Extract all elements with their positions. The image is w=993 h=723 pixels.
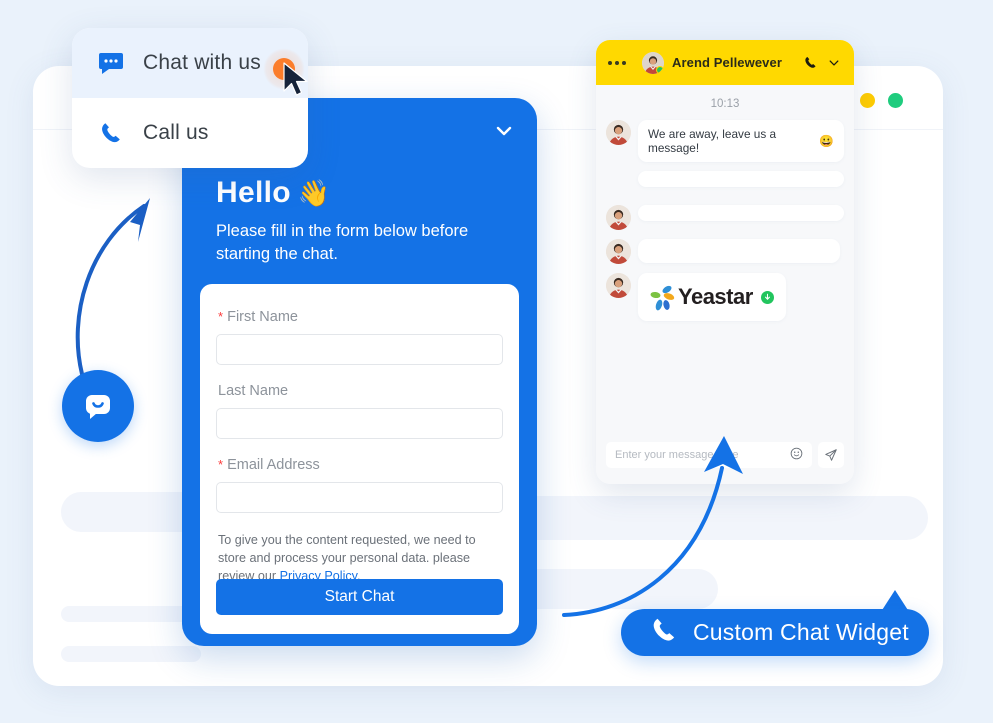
last-name-label-text: Last Name bbox=[218, 383, 289, 399]
first-name-input[interactable] bbox=[216, 334, 503, 365]
screenshot-stage: Hello 👋 Please fill in the form below be… bbox=[0, 0, 993, 723]
grinning-face-icon: 😀 bbox=[819, 134, 834, 148]
mouse-pointer-icon bbox=[283, 62, 308, 96]
consent-text: To give you the content requested, we ne… bbox=[218, 531, 503, 585]
window-minimize-dot[interactable] bbox=[860, 93, 875, 108]
chat-widget-panel: Hello 👋 Please fill in the form below be… bbox=[182, 98, 537, 646]
smiley-icon[interactable] bbox=[790, 447, 803, 463]
chat-message-logo: Yeastar bbox=[638, 273, 786, 321]
required-marker: * bbox=[218, 457, 224, 472]
agent-avatar bbox=[642, 51, 664, 74]
chat-message: Yeastar bbox=[606, 273, 844, 321]
chat-message bbox=[606, 171, 844, 196]
contact-options-menu: Chat with us Call us bbox=[72, 28, 308, 168]
more-horizontal-icon[interactable] bbox=[608, 60, 626, 65]
avatar bbox=[606, 273, 631, 298]
yeastar-mark-icon bbox=[650, 285, 675, 311]
last-name-label: Last Name bbox=[218, 383, 503, 399]
phone-icon bbox=[649, 615, 679, 650]
chat-timestamp: 10:13 bbox=[710, 98, 740, 110]
avatar bbox=[606, 239, 631, 264]
chevron-down-icon[interactable] bbox=[826, 55, 842, 71]
agent-name: Arend Pellewever bbox=[672, 55, 782, 70]
chat-message: We are away, leave us a message! 😀 bbox=[606, 120, 844, 162]
field-group-last-name: Last Name bbox=[216, 383, 503, 439]
field-group-email: * Email Address bbox=[216, 457, 503, 513]
send-button[interactable] bbox=[818, 442, 844, 468]
chat-bubble-icon bbox=[96, 48, 126, 78]
skeleton-block bbox=[61, 492, 201, 532]
required-marker: * bbox=[218, 309, 224, 324]
field-group-first-name: * First Name bbox=[216, 309, 503, 365]
send-icon bbox=[825, 449, 837, 461]
chat-message-placeholder bbox=[638, 205, 844, 221]
yeastar-wordmark: Yeastar bbox=[678, 284, 753, 309]
last-name-input[interactable] bbox=[216, 408, 503, 439]
chat-message bbox=[606, 239, 844, 264]
custom-chat-widget-badge: Custom Chat Widget bbox=[621, 609, 929, 656]
menu-item-call-label: Call us bbox=[143, 121, 209, 144]
chat-launcher-button[interactable] bbox=[62, 370, 134, 442]
form-fields: * First Name Last Name * Email Address T… bbox=[200, 284, 519, 585]
prechat-form: * First Name Last Name * Email Address T… bbox=[200, 284, 519, 634]
email-label: * Email Address bbox=[218, 457, 503, 473]
chat-message-text: We are away, leave us a message! bbox=[648, 127, 777, 155]
avatar bbox=[606, 205, 631, 230]
chat-message-placeholder bbox=[638, 239, 840, 263]
download-icon[interactable] bbox=[760, 290, 774, 304]
email-input[interactable] bbox=[216, 482, 503, 513]
email-label-text: Email Address bbox=[227, 457, 320, 473]
menu-item-chat-label: Chat with us bbox=[143, 51, 261, 74]
agent-chat-panel: Arend Pellewever 10:13 We are away, leav… bbox=[596, 40, 854, 484]
phone-icon[interactable] bbox=[802, 55, 818, 71]
phone-icon bbox=[96, 118, 126, 148]
start-chat-button[interactable]: Start Chat bbox=[216, 579, 503, 615]
chat-header: Arend Pellewever bbox=[596, 40, 854, 85]
first-name-label-text: First Name bbox=[227, 309, 298, 325]
avatar bbox=[606, 120, 631, 145]
waving-hand-icon: 👋 bbox=[297, 177, 331, 208]
arrow-launcher-to-menu bbox=[75, 198, 150, 376]
chat-message-placeholder bbox=[638, 171, 844, 187]
badge-label: Custom Chat Widget bbox=[693, 619, 909, 645]
widget-greeting: Hello 👋 bbox=[216, 176, 331, 210]
widget-subtitle: Please fill in the form below before sta… bbox=[216, 222, 469, 263]
skeleton-block bbox=[61, 646, 201, 662]
menu-item-call-us[interactable]: Call us bbox=[72, 98, 308, 168]
online-status-dot bbox=[656, 65, 664, 74]
chat-message-bubble: We are away, leave us a message! 😀 bbox=[638, 120, 844, 162]
chevron-down-icon[interactable] bbox=[493, 120, 515, 142]
chat-message-list[interactable]: 10:13 We are away, leave us a message! 😀 bbox=[596, 85, 854, 453]
first-name-label: * First Name bbox=[218, 309, 503, 325]
chat-message bbox=[606, 205, 844, 230]
chat-smile-icon bbox=[86, 395, 110, 419]
widget-greeting-text: Hello bbox=[216, 176, 291, 209]
window-maximize-dot[interactable] bbox=[888, 93, 903, 108]
